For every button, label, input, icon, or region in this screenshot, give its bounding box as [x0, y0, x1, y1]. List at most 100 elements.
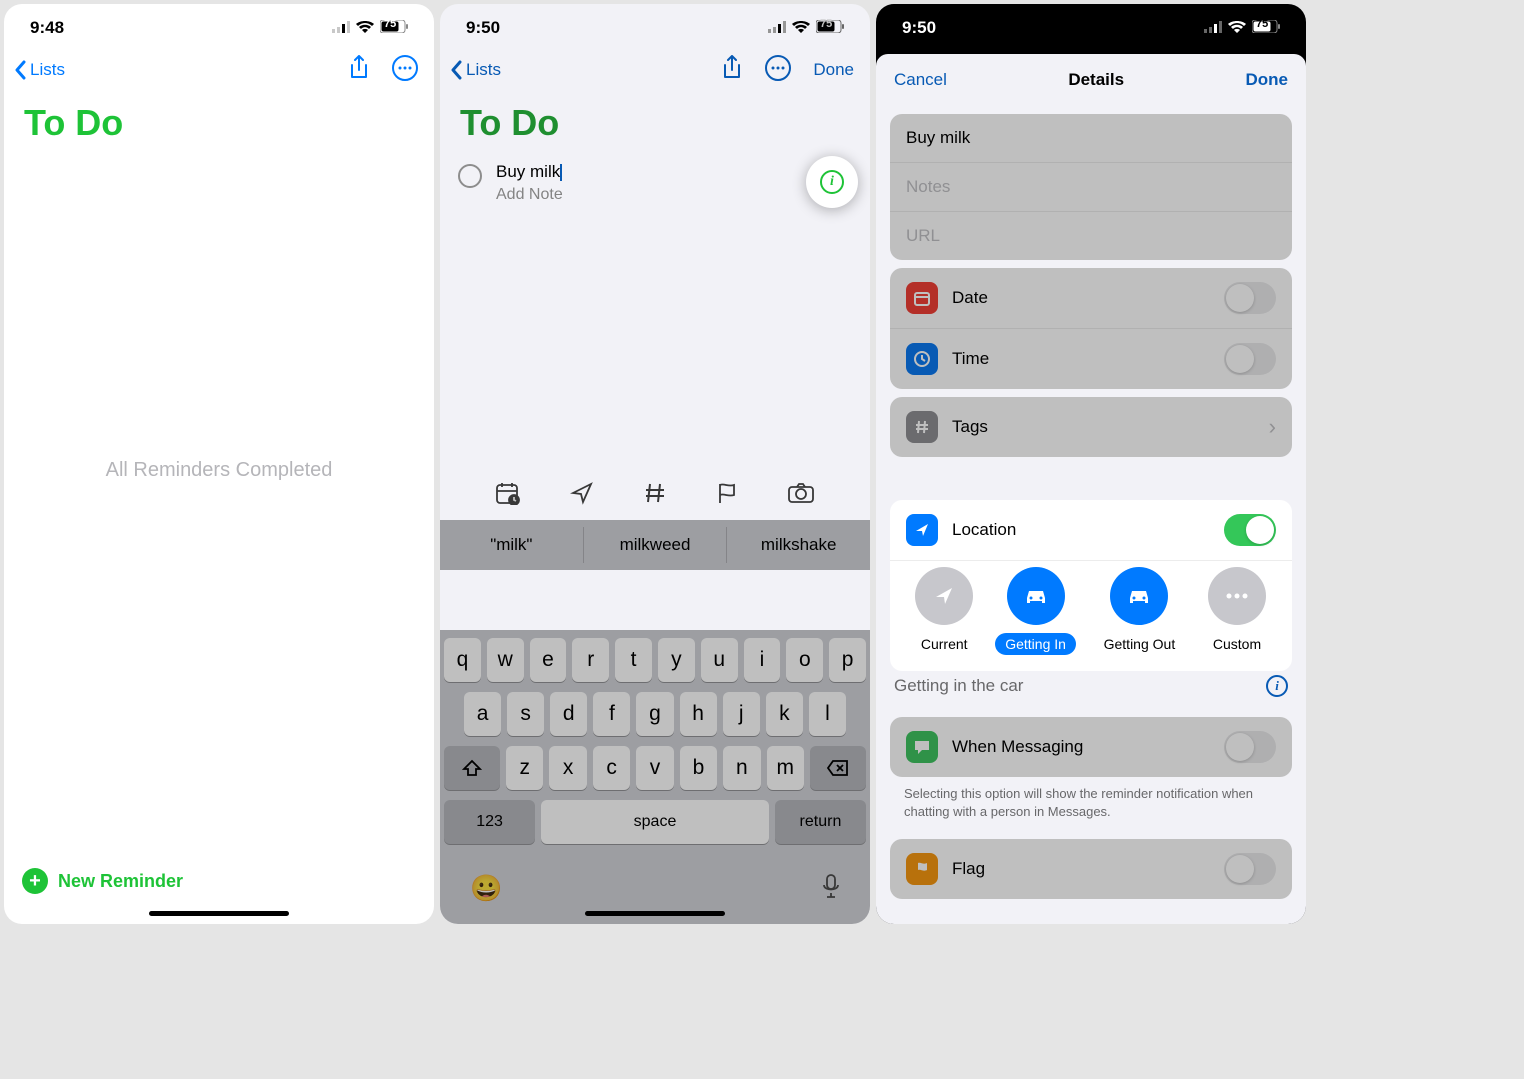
location-option-custom[interactable]: Custom: [1203, 567, 1271, 655]
location-option-getting-out[interactable]: Getting Out: [1094, 567, 1186, 655]
key-q[interactable]: q: [444, 638, 481, 682]
more-icon[interactable]: [392, 55, 418, 86]
car-icon: [1007, 567, 1065, 625]
messaging-toggle[interactable]: [1224, 731, 1276, 763]
keyboard: q w e r t y u i o p a s d f g h j k l: [440, 630, 870, 924]
messaging-card: When Messaging: [890, 717, 1292, 777]
location-status-label: Getting in the car: [894, 676, 1023, 696]
key-k[interactable]: k: [766, 692, 803, 736]
page-title: To Do: [440, 94, 870, 152]
key-a[interactable]: a: [464, 692, 501, 736]
status-icons: 75: [332, 18, 408, 38]
key-b[interactable]: b: [680, 746, 717, 790]
flag-toggle[interactable]: [1224, 853, 1276, 885]
key-x[interactable]: x: [549, 746, 586, 790]
key-t[interactable]: t: [615, 638, 652, 682]
key-z[interactable]: z: [506, 746, 543, 790]
new-reminder-button[interactable]: + New Reminder: [22, 868, 183, 894]
camera-icon[interactable]: [787, 482, 815, 509]
mic-icon[interactable]: [822, 873, 840, 906]
key-h[interactable]: h: [680, 692, 717, 736]
screen-1-todo-empty: 9:48 75 Lists To Do All Reminders Comple…: [4, 4, 434, 924]
key-d[interactable]: d: [550, 692, 587, 736]
key-y[interactable]: y: [658, 638, 695, 682]
suggestion-3[interactable]: milkshake: [727, 527, 870, 563]
done-button[interactable]: Done: [813, 60, 854, 80]
status-icons: 75: [1204, 18, 1280, 38]
radio-unchecked-icon[interactable]: [458, 164, 482, 188]
suggestion-2[interactable]: milkweed: [584, 527, 728, 563]
key-w[interactable]: w: [487, 638, 524, 682]
time-row[interactable]: Time: [890, 329, 1292, 389]
back-label: Lists: [466, 60, 501, 80]
reminder-note-placeholder[interactable]: Add Note: [496, 186, 563, 204]
key-e[interactable]: e: [530, 638, 567, 682]
wifi-icon: [1228, 18, 1246, 38]
keyboard-suggestions: "milk" milkweed milkshake: [440, 520, 870, 570]
done-button[interactable]: Done: [1245, 70, 1288, 90]
messaging-label: When Messaging: [952, 737, 1083, 757]
battery-icon: 75: [816, 18, 844, 38]
date-toggle[interactable]: [1224, 282, 1276, 314]
key-n[interactable]: n: [723, 746, 760, 790]
flag-icon: [906, 853, 938, 885]
location-toggle[interactable]: [1224, 514, 1276, 546]
location-label: Location: [952, 520, 1016, 540]
key-i[interactable]: i: [744, 638, 781, 682]
location-arrow-icon[interactable]: [570, 481, 594, 510]
flag-row[interactable]: Flag: [890, 839, 1292, 899]
nav-bar: Lists Done: [440, 46, 870, 94]
location-option-current[interactable]: Current: [911, 567, 978, 655]
key-m[interactable]: m: [767, 746, 804, 790]
key-return[interactable]: return: [775, 800, 866, 844]
key-f[interactable]: f: [593, 692, 630, 736]
share-icon[interactable]: [721, 55, 743, 86]
key-j[interactable]: j: [723, 692, 760, 736]
back-button[interactable]: Lists: [14, 60, 65, 80]
key-p[interactable]: p: [829, 638, 866, 682]
location-options: Current Getting In Getting Out Custom: [890, 561, 1292, 671]
hashtag-icon[interactable]: [643, 481, 667, 510]
key-r[interactable]: r: [572, 638, 609, 682]
nav-bar: Lists: [4, 46, 434, 94]
key-v[interactable]: v: [636, 746, 673, 790]
key-c[interactable]: c: [593, 746, 630, 790]
flag-icon[interactable]: [716, 481, 738, 510]
url-field[interactable]: URL: [890, 212, 1292, 260]
key-u[interactable]: u: [701, 638, 738, 682]
cancel-button[interactable]: Cancel: [894, 70, 947, 90]
home-indicator[interactable]: [149, 911, 289, 916]
info-button-highlight[interactable]: i: [806, 156, 858, 208]
status-time: 9:50: [466, 18, 500, 38]
hashtag-icon: [906, 411, 938, 443]
share-icon[interactable]: [348, 55, 370, 86]
reminder-title-field[interactable]: Buy milk: [890, 114, 1292, 163]
notes-field[interactable]: Notes: [890, 163, 1292, 212]
messaging-row[interactable]: When Messaging: [890, 717, 1292, 777]
calendar-icon[interactable]: [495, 481, 521, 510]
key-123[interactable]: 123: [444, 800, 535, 844]
tags-row[interactable]: Tags ›: [890, 397, 1292, 457]
key-shift[interactable]: [444, 746, 500, 790]
home-indicator[interactable]: [585, 911, 725, 916]
ellipsis-icon: [1208, 567, 1266, 625]
info-icon[interactable]: i: [1266, 675, 1288, 697]
key-backspace[interactable]: [810, 746, 866, 790]
more-icon[interactable]: [765, 55, 791, 86]
key-g[interactable]: g: [636, 692, 673, 736]
location-row[interactable]: Location: [890, 500, 1292, 561]
key-l[interactable]: l: [809, 692, 846, 736]
back-button[interactable]: Lists: [450, 60, 501, 80]
suggestion-1[interactable]: "milk": [440, 527, 584, 563]
status-bar: 9:50 75: [876, 4, 1306, 46]
cellular-icon: [768, 18, 786, 38]
location-option-getting-in[interactable]: Getting In: [995, 567, 1076, 655]
key-space[interactable]: space: [541, 800, 769, 844]
screen-3-details-sheet: 9:50 75 Cancel Details Done Buy milk Not…: [876, 4, 1306, 924]
emoji-icon[interactable]: 😀: [470, 873, 502, 906]
reminder-title-input[interactable]: Buy milk: [496, 162, 563, 182]
time-toggle[interactable]: [1224, 343, 1276, 375]
date-row[interactable]: Date: [890, 268, 1292, 329]
key-s[interactable]: s: [507, 692, 544, 736]
key-o[interactable]: o: [786, 638, 823, 682]
